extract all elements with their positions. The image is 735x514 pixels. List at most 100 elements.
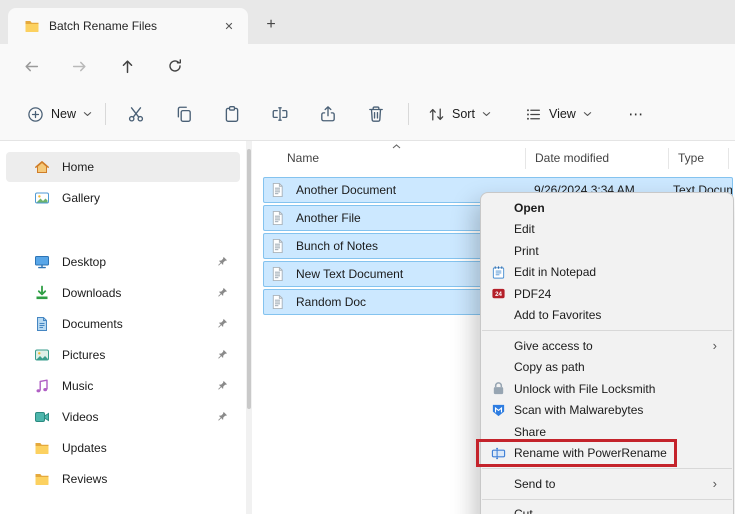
malwarebytes-icon bbox=[491, 403, 506, 418]
delete-button[interactable] bbox=[356, 96, 396, 132]
new-label: New bbox=[51, 107, 77, 121]
pdf24-icon: 24 bbox=[491, 286, 506, 301]
column-divider[interactable] bbox=[728, 148, 729, 169]
music-icon bbox=[34, 378, 50, 394]
navigation-bar: Batch Rename Files Sea bbox=[0, 44, 735, 126]
menu-item-scan-with-malwarebytes[interactable]: Scan with Malwarebytes bbox=[481, 400, 733, 422]
refresh-button[interactable] bbox=[158, 49, 192, 83]
sidebar-item-home[interactable]: Home bbox=[6, 152, 240, 182]
menu-item-label: Give access to bbox=[514, 338, 593, 353]
menu-item-label: Unlock with File Locksmith bbox=[514, 381, 656, 396]
column-header-name[interactable]: Name bbox=[287, 151, 319, 165]
cut-icon bbox=[127, 105, 145, 123]
menu-item-pdf24[interactable]: 24 PDF24 bbox=[481, 283, 733, 305]
menu-item-label: Cut bbox=[514, 507, 533, 514]
close-tab-icon[interactable]: ✕ bbox=[218, 15, 240, 37]
menu-item-print[interactable]: Print bbox=[481, 240, 733, 262]
file-name: Another File bbox=[296, 211, 361, 225]
lock-icon bbox=[491, 381, 506, 396]
tab-batch-rename-files[interactable]: Batch Rename Files ✕ bbox=[8, 8, 248, 44]
sidebar-item-reviews[interactable]: Reviews bbox=[6, 464, 240, 494]
menu-separator bbox=[482, 498, 732, 500]
column-header-type[interactable]: Type bbox=[678, 151, 704, 165]
titlebar: Batch Rename Files ✕ + bbox=[0, 0, 735, 44]
menu-item-copy-as-path[interactable]: Copy as path bbox=[481, 357, 733, 379]
copy-button[interactable] bbox=[164, 96, 204, 132]
menu-item-open[interactable]: Open bbox=[481, 197, 733, 219]
menu-item-cut[interactable]: Cut bbox=[481, 504, 733, 514]
sidebar-item-label: Updates bbox=[62, 441, 107, 455]
back-button[interactable] bbox=[14, 49, 48, 83]
forward-button[interactable] bbox=[62, 49, 96, 83]
up-button[interactable] bbox=[110, 49, 144, 83]
rename-button[interactable] bbox=[260, 96, 300, 132]
new-button[interactable]: New bbox=[18, 97, 101, 131]
scrollbar-thumb[interactable] bbox=[247, 149, 251, 409]
view-label: View bbox=[548, 107, 576, 121]
sort-ascending-icon bbox=[392, 144, 401, 149]
more-options-button[interactable]: ⋯ bbox=[619, 97, 653, 131]
cut-button[interactable] bbox=[116, 96, 156, 132]
menu-item-give-access-to[interactable]: Give access to › bbox=[481, 335, 733, 357]
sidebar-item-label: Home bbox=[62, 160, 95, 174]
rename-icon bbox=[271, 105, 289, 123]
menu-item-edit[interactable]: Edit bbox=[481, 219, 733, 241]
paste-button[interactable] bbox=[212, 96, 252, 132]
folder-icon bbox=[34, 440, 50, 456]
menu-item-label: Scan with Malwarebytes bbox=[514, 403, 644, 418]
home-icon bbox=[34, 159, 50, 175]
sidebar-item-updates[interactable]: Updates bbox=[6, 433, 240, 463]
icon-placeholder bbox=[491, 476, 506, 491]
menu-item-label: Add to Favorites bbox=[514, 308, 602, 323]
downloads-icon bbox=[34, 285, 50, 301]
trash-icon bbox=[367, 105, 385, 123]
menu-separator bbox=[482, 468, 732, 469]
sidebar-item-label: Pictures bbox=[62, 348, 106, 362]
menu-item-label: PDF24 bbox=[514, 286, 552, 301]
icon-placeholder bbox=[491, 360, 506, 375]
menu-item-edit-in-notepad[interactable]: Edit in Notepad bbox=[481, 262, 733, 284]
sidebar-item-label: Videos bbox=[62, 410, 99, 424]
sidebar-item-downloads[interactable]: Downloads bbox=[6, 278, 240, 308]
tab-title: Batch Rename Files bbox=[49, 19, 158, 33]
back-arrow-icon bbox=[23, 58, 40, 75]
sort-icon bbox=[428, 106, 445, 123]
navigation-pane: Home Gallery Desktop Downloads Documents… bbox=[0, 141, 246, 514]
sidebar-item-pictures[interactable]: Pictures bbox=[6, 340, 240, 370]
view-button[interactable]: View bbox=[516, 97, 601, 131]
column-divider[interactable] bbox=[668, 148, 669, 169]
sidebar-item-label: Reviews bbox=[62, 472, 108, 486]
sidebar-item-music[interactable]: Music bbox=[6, 371, 240, 401]
copy-icon bbox=[175, 105, 193, 123]
column-header-date-modified[interactable]: Date modified bbox=[535, 151, 609, 165]
menu-item-send-to[interactable]: Send to › bbox=[481, 473, 733, 495]
new-tab-button[interactable]: + bbox=[258, 12, 284, 38]
file-explorer-window: Batch Rename Files ✕ + Batch Rename File… bbox=[0, 0, 735, 514]
submenu-arrow-icon: › bbox=[712, 476, 717, 492]
file-name: Another Document bbox=[296, 183, 397, 197]
share-button[interactable] bbox=[308, 96, 348, 132]
chevron-down-icon bbox=[482, 111, 491, 117]
menu-item-unlock-with-file-locksmith[interactable]: Unlock with File Locksmith bbox=[481, 378, 733, 400]
column-headers: Name Date modified Type bbox=[252, 144, 735, 172]
menu-item-label: Print bbox=[514, 243, 539, 258]
file-name: New Text Document bbox=[296, 267, 404, 281]
menu-item-add-to-favorites[interactable]: Add to Favorites bbox=[481, 305, 733, 327]
sidebar-item-videos[interactable]: Videos bbox=[6, 402, 240, 432]
share-icon bbox=[319, 105, 337, 123]
menu-item-label: Edit bbox=[514, 222, 535, 237]
annotation-highlight-box bbox=[476, 439, 677, 467]
sidebar-item-documents[interactable]: Documents bbox=[6, 309, 240, 339]
sidebar-item-desktop[interactable]: Desktop bbox=[6, 247, 240, 277]
icon-placeholder bbox=[491, 243, 506, 258]
menu-item-label: Edit in Notepad bbox=[514, 265, 597, 280]
icon-placeholder bbox=[491, 424, 506, 439]
sort-button[interactable]: Sort bbox=[419, 97, 500, 131]
sidebar-item-label: Music bbox=[62, 379, 94, 393]
sidebar-item-gallery[interactable]: Gallery bbox=[6, 183, 240, 213]
column-divider[interactable] bbox=[525, 148, 526, 169]
command-toolbar: New Sort View ⋯ bbox=[0, 88, 735, 141]
forward-arrow-icon bbox=[71, 58, 88, 75]
gallery-icon bbox=[34, 190, 50, 206]
icon-placeholder bbox=[491, 200, 506, 215]
